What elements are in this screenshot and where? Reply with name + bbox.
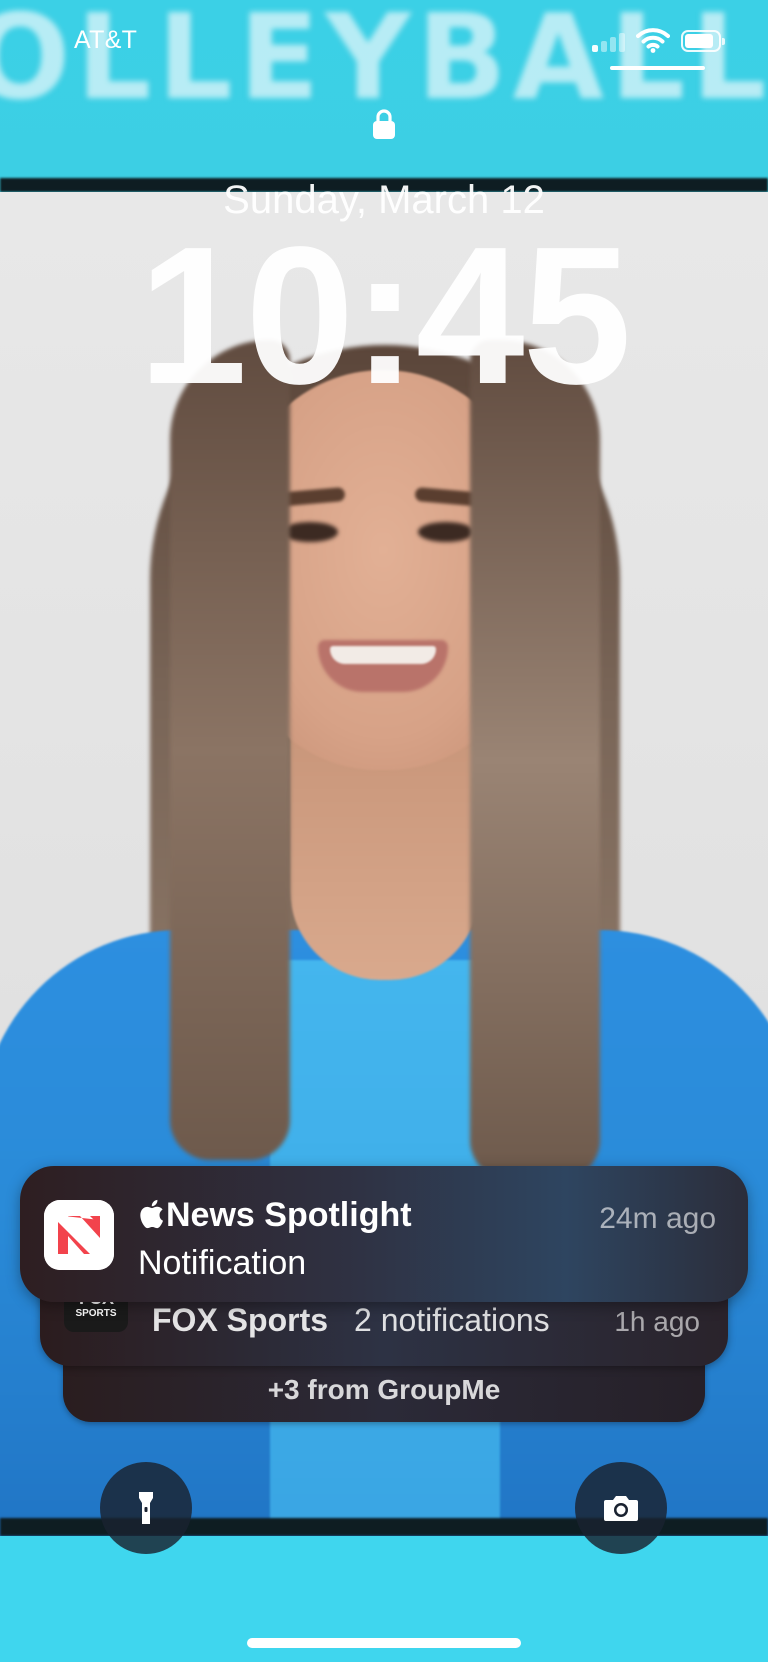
- apple-news-icon: [44, 1200, 114, 1270]
- more-notifications-label: +3 from GroupMe: [267, 1374, 501, 1405]
- camera-button[interactable]: [575, 1462, 667, 1554]
- notification-count: 2 notifications: [354, 1302, 550, 1338]
- notification-time: 1h ago: [614, 1306, 700, 1337]
- wallpaper-eye: [282, 522, 338, 542]
- wallpaper-hair-left: [170, 340, 290, 1160]
- notification-news-spotlight[interactable]: News Spotlight 24m ago Notification: [20, 1166, 748, 1302]
- wallpaper-hair-right: [470, 340, 600, 1180]
- notification-app-name: News Spotlight: [138, 1196, 412, 1235]
- flashlight-button[interactable]: [100, 1462, 192, 1554]
- lock-icon: [373, 109, 395, 139]
- wifi-icon: [636, 28, 670, 53]
- apple-logo-icon: [140, 1199, 163, 1229]
- cellular-signal-icon: [592, 30, 628, 52]
- camera-icon: [604, 1496, 638, 1521]
- flashlight-icon: [139, 1492, 153, 1524]
- battery-icon: [681, 30, 725, 52]
- carrier-name: AT&T: [74, 26, 138, 54]
- notification-body: Notification: [138, 1244, 307, 1282]
- notification-app-name: FOX Sports: [152, 1302, 329, 1338]
- notification-app-name-text: News Spotlight: [166, 1196, 412, 1234]
- wallpaper-eye: [418, 522, 474, 542]
- status-bar-indicator: [610, 66, 705, 70]
- lock-screen-time: 10:45: [138, 206, 631, 425]
- wallpaper-teeth: [330, 646, 436, 664]
- home-indicator[interactable]: [247, 1638, 521, 1648]
- status-bar: AT&T: [0, 0, 768, 80]
- notification-time: 24m ago: [599, 1202, 716, 1235]
